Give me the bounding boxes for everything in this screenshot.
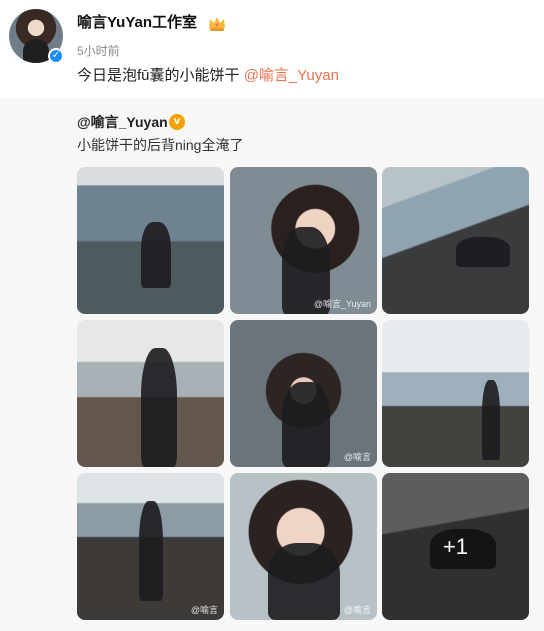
photo-9[interactable]: +1 bbox=[382, 473, 529, 620]
photo-6[interactable] bbox=[382, 320, 529, 467]
photo-watermark: @喻言 bbox=[190, 605, 218, 615]
post-username[interactable]: 喻言YuYan工作室 bbox=[77, 13, 197, 33]
verified-badge-icon: ✓ bbox=[48, 48, 64, 64]
repost-author[interactable]: @喻言_Yuyan bbox=[77, 113, 168, 131]
post-timestamp[interactable]: 5小时前 bbox=[77, 44, 120, 58]
more-photos-overlay[interactable]: +1 bbox=[382, 473, 529, 620]
photo-4[interactable] bbox=[77, 320, 224, 467]
photo-1[interactable] bbox=[77, 167, 224, 314]
post-header: ✓ 喻言YuYan工作室 5小时前 今日是泡fū囊的小能饼干 @喻言_Yuyan bbox=[0, 0, 544, 98]
photo-watermark: @喻言 bbox=[343, 605, 371, 615]
crown-icon bbox=[209, 17, 225, 31]
post-text: 今日是泡fū囊的小能饼干 @喻言_Yuyan bbox=[77, 66, 339, 86]
photo-8[interactable]: @喻言 bbox=[230, 473, 377, 620]
photo-7[interactable]: @喻言 bbox=[77, 473, 224, 620]
photo-watermark: @喻言_Yuyan bbox=[313, 299, 371, 309]
photo-3[interactable] bbox=[382, 167, 529, 314]
mention-link[interactable]: @喻言_Yuyan bbox=[244, 67, 339, 84]
photo-watermark: @喻言 bbox=[343, 452, 371, 462]
repost-text: 小能饼干的后背ning全淹了 bbox=[77, 137, 244, 153]
photo-5[interactable]: @喻言 bbox=[230, 320, 377, 467]
photo-2[interactable]: @喻言_Yuyan bbox=[230, 167, 377, 314]
repost-verified-icon: v bbox=[169, 114, 185, 130]
post-text-body: 今日是泡fū囊的小能饼干 bbox=[77, 67, 244, 84]
